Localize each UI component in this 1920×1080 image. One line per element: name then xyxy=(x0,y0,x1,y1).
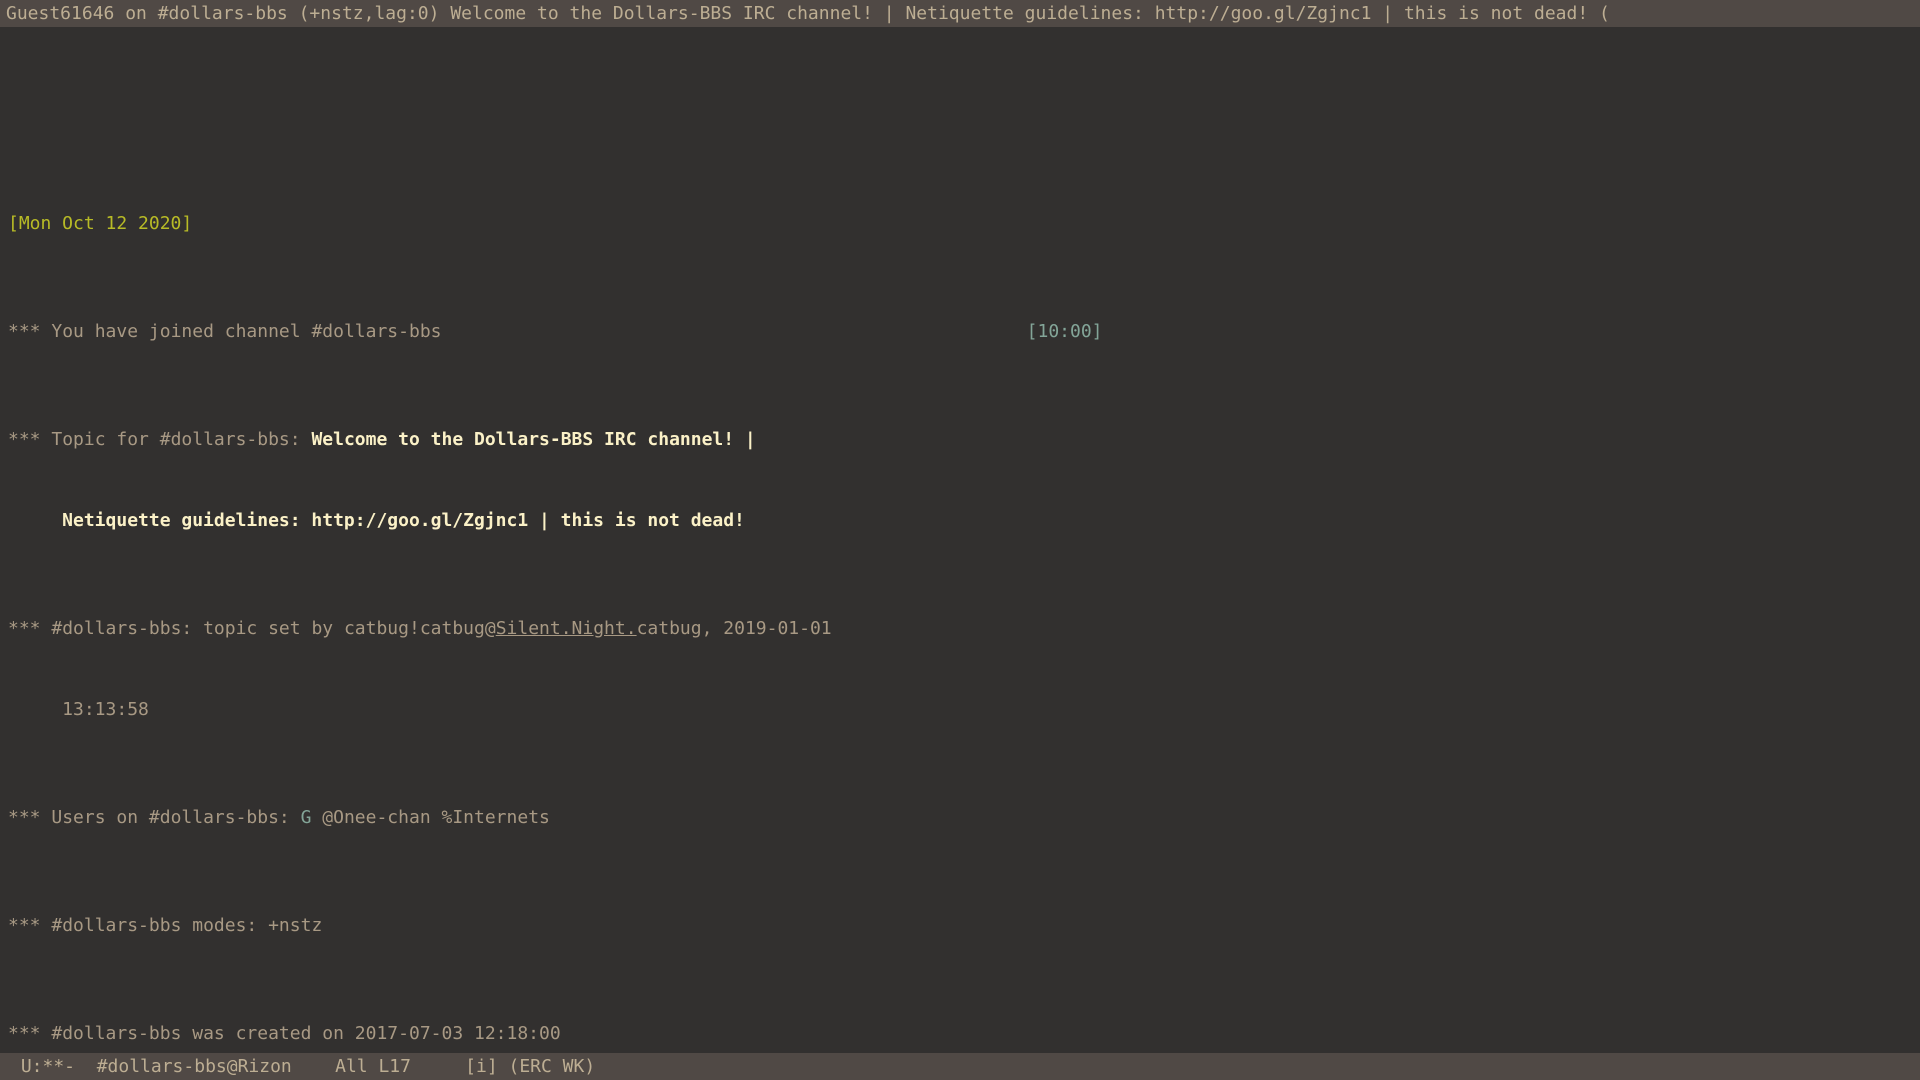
join-notice: *** You have joined channel #dollars-bbs… xyxy=(8,318,1912,345)
topic-notice-line1: *** Topic for #dollars-bbs: Welcome to t… xyxy=(8,426,1912,453)
modes-notice: *** #dollars-bbs modes: +nstz xyxy=(8,912,1912,939)
blank-space xyxy=(8,81,1912,129)
header-line: Guest61646 on #dollars-bbs (+nstz,lag:0)… xyxy=(0,0,1920,27)
topic-notice-line2: Netiquette guidelines: http://goo.gl/Zgj… xyxy=(8,507,1912,534)
erc-buffer[interactable]: [Mon Oct 12 2020] *** You have joined ch… xyxy=(0,27,1920,1080)
users-notice: *** Users on #dollars-bbs: G @Onee-chan … xyxy=(8,804,1912,831)
topic-set-line1: *** #dollars-bbs: topic set by catbug!ca… xyxy=(8,615,1912,642)
date-marker: [Mon Oct 12 2020] xyxy=(8,210,1912,237)
self-nick: G xyxy=(301,807,312,828)
mode-line: U:**- #dollars-bbs@Rizon All L17 [i] (ER… xyxy=(0,1053,1920,1080)
timestamp: [10:00] xyxy=(1027,318,1103,345)
topic-set-line2: 13:13:58 xyxy=(8,696,1912,723)
hostmask-link[interactable]: Silent.Night. xyxy=(496,618,637,639)
created-notice: *** #dollars-bbs was created on 2017-07-… xyxy=(8,1020,1912,1047)
